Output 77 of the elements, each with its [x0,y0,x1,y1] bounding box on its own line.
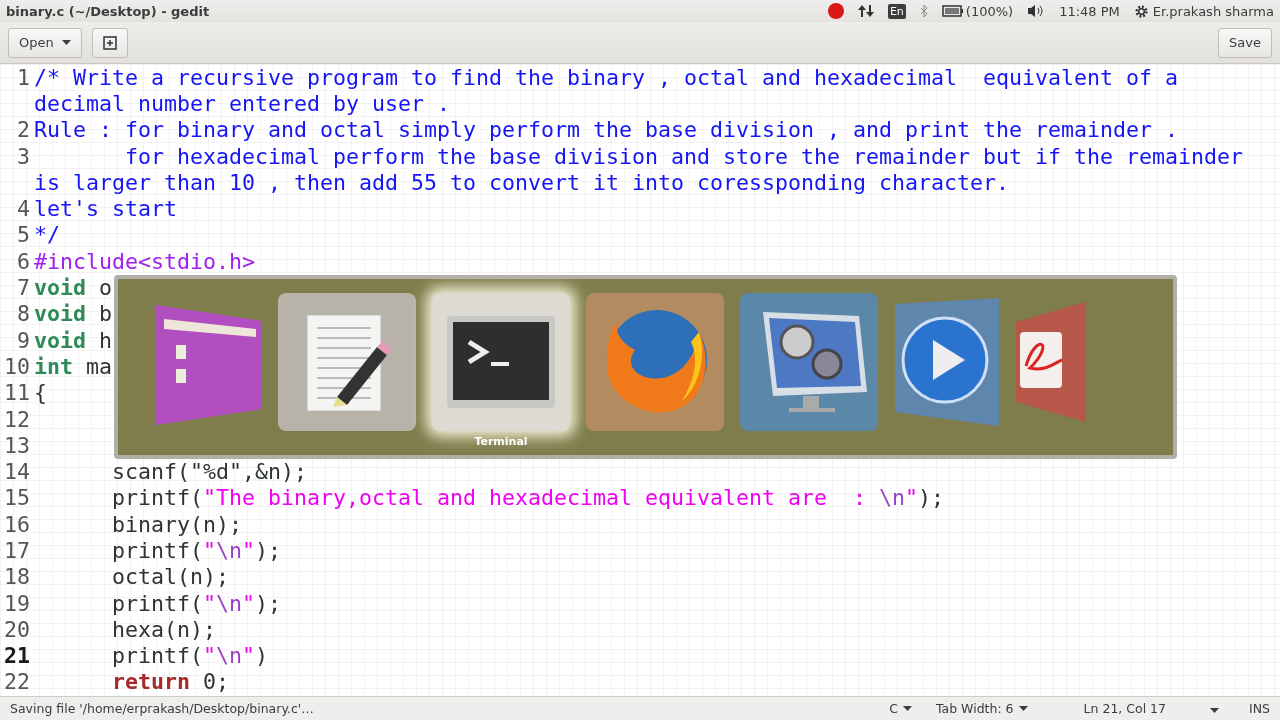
line-number: 10 [3,353,30,379]
network-arrows-icon[interactable] [857,3,874,19]
line-number: 8 [16,301,30,327]
line-number: 9 [16,327,30,353]
line-number: 11 [3,380,30,406]
cursor-position: Ln 21, Col 17 [1083,701,1166,716]
caret-icon [902,706,912,711]
line-number: 4 [16,196,30,222]
line-number: 17 [3,538,30,563]
new-tab-button[interactable] [91,27,128,58]
document-icon [1016,302,1086,422]
code-line: printf("\n"); [111,590,282,616]
line-number: 12 [3,406,30,432]
gear-icon[interactable] [1133,3,1149,19]
status-message: Saving file '/home/erprakash/Desktop/binary.c'… [10,701,315,716]
insert-mode: INS [1249,701,1270,716]
code-line: binary(n); [111,511,243,537]
code-line: let's start [34,196,177,222]
line-number: 21 [3,643,30,669]
line-number: 5 [16,222,30,248]
code-line: scanf("%d",&n); [111,459,308,485]
window-title: binary.c (~/Desktop) - gedit [6,3,211,19]
tab-width-selector[interactable]: Tab Width: 6 [935,701,1028,716]
code-line: void o [34,275,113,300]
line-number: 13 [3,432,30,458]
line-number: 18 [3,564,30,590]
app-label: Terminal [474,435,528,448]
code-line: void h [34,327,113,353]
play-icon [895,298,999,426]
code-line: is larger than 10 , then add 55 to convert it into coressponding character. [34,169,1010,195]
terminal-icon [447,316,555,408]
line-number: 14 [3,459,30,485]
line-number: 15 [3,485,30,511]
app-tile[interactable] [586,293,724,431]
line-number: 1 [16,64,30,90]
clock[interactable]: 11:48 PM [1059,3,1120,19]
code-line: void b [34,301,113,327]
battery-icon[interactable] [941,5,964,17]
code-editor[interactable] [0,64,1280,696]
caret-icon [61,40,71,45]
open-button[interactable]: Open [8,27,82,58]
app-tile[interactable] [740,293,878,431]
line-number: 6 [16,248,30,274]
battery-percent: (100%) [965,3,1014,19]
record-icon[interactable] [827,3,844,19]
caret-icon [1210,708,1219,713]
save-button[interactable]: Save [1218,27,1272,58]
app-tile[interactable] [432,293,570,431]
keyboard-layout[interactable]: En [887,3,906,19]
code-line: /* Write a recursive program to find the binary , octal and hexadecimal equivalent of a [34,64,1179,90]
code-line: printf("\n") [111,643,269,669]
code-line: #include<stdio.h> [34,248,255,274]
line-number: 19 [3,590,30,616]
caret-icon [1018,706,1028,711]
code-line: hexa(n); [111,616,217,642]
code-line: { [34,380,47,406]
code-line: for hexadecimal perform the base division and store the remainder but if the remainder [124,143,1244,169]
line-number: 20 [3,616,30,642]
volume-icon[interactable] [1027,4,1046,18]
code-line: octal(n); [111,564,230,590]
code-line: Rule : for binary and octal simply perform the base division , and print the remainder . [34,117,1179,143]
line-number: 16 [3,511,30,537]
code-line: printf("\n"); [111,538,282,563]
code-line: printf("The binary,octal and hexadecimal equivalent are : \n"); [111,485,945,511]
bluetooth-icon[interactable] [919,4,928,18]
code-line: */ [34,222,60,248]
code-line: decimal number entered by user . [34,90,451,116]
line-number: 22 [3,669,30,695]
user-name[interactable]: Er.prakash sharma [1152,3,1274,19]
line-number: 3 [16,143,30,169]
code-line: return 0; [111,669,230,695]
app-tile[interactable] [278,293,416,431]
line-number: 2 [16,117,30,143]
language-selector[interactable]: C [889,701,912,716]
plus-square-icon [102,35,117,50]
code-line: int ma [34,353,113,379]
line-number: 7 [16,275,30,300]
